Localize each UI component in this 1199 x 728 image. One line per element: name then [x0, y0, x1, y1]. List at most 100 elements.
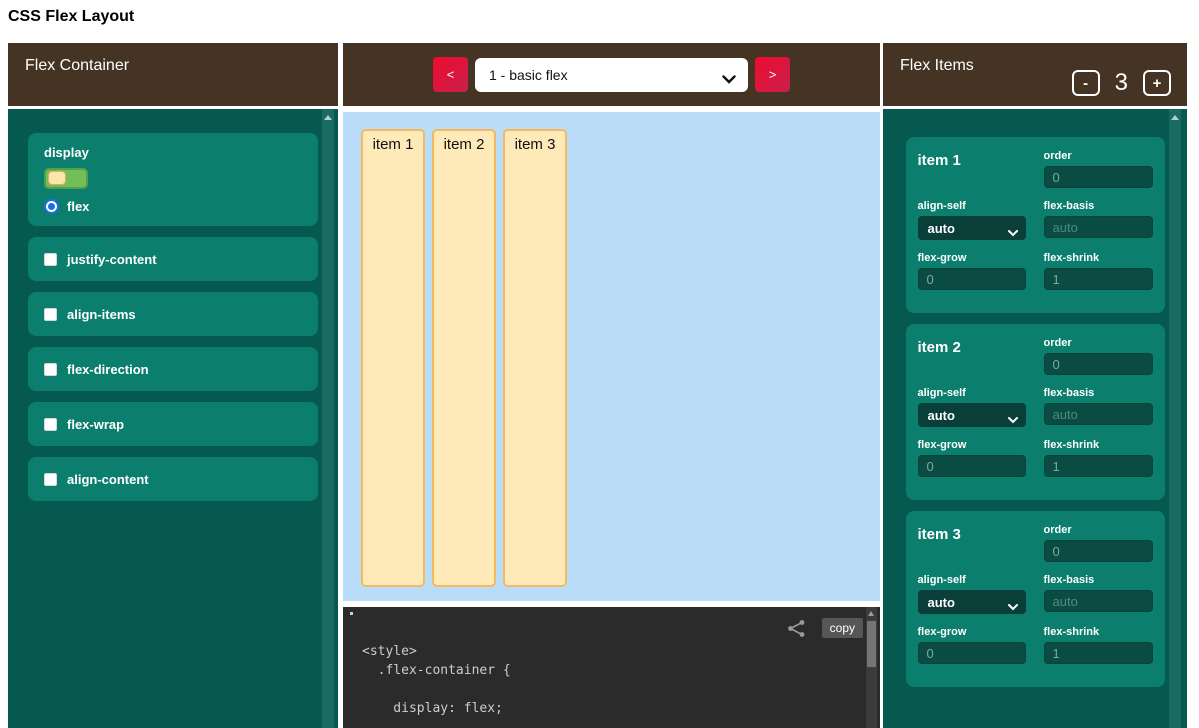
property-label: justify-content [67, 252, 157, 267]
code-panel: copy <style> .flex-container { display: … [343, 607, 880, 728]
align-self-select[interactable]: auto [918, 403, 1026, 427]
property-justify-content[interactable]: justify-content [28, 237, 318, 281]
example-select[interactable]: 1 - basic flex [475, 58, 748, 92]
property-label: align-items [67, 307, 136, 322]
checkbox-icon[interactable] [44, 363, 57, 376]
order-input[interactable] [1044, 166, 1153, 188]
example-nav: < 1 - basic flex > [343, 43, 880, 106]
display-card: display flex [28, 133, 318, 226]
code-bullet-icon [350, 612, 353, 615]
code-line: <style> [362, 644, 511, 663]
order-label: order [1044, 337, 1153, 349]
property-label: flex-wrap [67, 417, 124, 432]
flex-basis-input[interactable] [1044, 216, 1153, 238]
align-self-label: align-self [918, 200, 1026, 212]
align-self-label: align-self [918, 574, 1026, 586]
align-self-field: align-self auto [918, 574, 1026, 614]
order-field: order [1044, 524, 1153, 562]
checkbox-icon[interactable] [44, 308, 57, 321]
chevron-down-icon [1008, 412, 1018, 427]
flex-shrink-input[interactable] [1044, 455, 1153, 477]
flex-container-body: display flex justify-content align-items… [8, 109, 338, 728]
flex-basis-label: flex-basis [1044, 574, 1153, 586]
flex-grow-input[interactable] [918, 268, 1026, 290]
property-align-content[interactable]: align-content [28, 457, 318, 501]
right-panel-scrollbar[interactable] [1169, 109, 1181, 728]
property-label: flex-direction [67, 362, 149, 377]
flex-basis-field: flex-basis [1044, 387, 1153, 427]
chevron-down-icon [1008, 599, 1018, 614]
flex-grow-field: flex-grow [918, 626, 1026, 664]
item-name: item 3 [918, 524, 1026, 562]
flex-grow-field: flex-grow [918, 252, 1026, 290]
align-self-value: auto [928, 221, 955, 236]
align-self-select[interactable]: auto [918, 216, 1026, 240]
copy-button[interactable]: copy [822, 618, 863, 638]
align-self-field: align-self auto [918, 387, 1026, 427]
share-icon[interactable] [787, 619, 806, 643]
align-self-label: align-self [918, 387, 1026, 399]
flex-items-body: item 1 order align-self auto flex-basis [883, 109, 1187, 728]
code-scrollbar[interactable] [866, 607, 877, 728]
flex-basis-input[interactable] [1044, 590, 1153, 612]
align-self-value: auto [928, 595, 955, 610]
flex-shrink-input[interactable] [1044, 642, 1153, 664]
checkbox-icon[interactable] [44, 418, 57, 431]
checkbox-icon[interactable] [44, 473, 57, 486]
code-line: .flex-container { [362, 663, 511, 682]
preview-item-2: item 2 [432, 129, 496, 587]
scroll-up-icon[interactable] [324, 115, 332, 120]
property-flex-direction[interactable]: flex-direction [28, 347, 318, 391]
flex-grow-input[interactable] [918, 642, 1026, 664]
flex-basis-label: flex-basis [1044, 387, 1153, 399]
chevron-down-icon [722, 71, 736, 87]
item-1-card: item 1 order align-self auto flex-basis [906, 137, 1165, 313]
display-flex-option[interactable]: flex [44, 199, 302, 214]
radio-selected-icon[interactable] [44, 199, 59, 214]
flex-items-title: Flex Items [900, 57, 974, 75]
flex-shrink-label: flex-shrink [1044, 252, 1153, 264]
order-field: order [1044, 150, 1153, 188]
item-name: item 2 [918, 337, 1026, 375]
display-toggle[interactable] [44, 168, 88, 189]
property-label: align-content [67, 472, 149, 487]
code-line: display: flex; [362, 701, 511, 720]
prev-example-button[interactable]: < [433, 57, 468, 92]
example-select-value: 1 - basic flex [489, 67, 568, 83]
flex-basis-field: flex-basis [1044, 574, 1153, 614]
align-self-field: align-self auto [918, 200, 1026, 240]
flex-grow-label: flex-grow [918, 626, 1026, 638]
flex-grow-label: flex-grow [918, 252, 1026, 264]
flex-grow-input[interactable] [918, 455, 1026, 477]
add-item-button[interactable]: + [1143, 70, 1171, 96]
flex-basis-label: flex-basis [1044, 200, 1153, 212]
remove-item-button[interactable]: - [1072, 70, 1100, 96]
next-example-button[interactable]: > [755, 57, 790, 92]
item-name: item 1 [918, 150, 1026, 188]
property-flex-wrap[interactable]: flex-wrap [28, 402, 318, 446]
scroll-up-icon[interactable] [1171, 115, 1179, 120]
flex-items-header: Flex Items - 3 + [883, 43, 1187, 106]
order-label: order [1044, 524, 1153, 536]
flex-basis-input[interactable] [1044, 403, 1153, 425]
flex-grow-label: flex-grow [918, 439, 1026, 451]
scroll-up-icon[interactable] [868, 611, 874, 616]
app-root: CSS Flex Layout Flex Container display f… [0, 0, 1199, 728]
align-self-value: auto [928, 408, 955, 423]
flex-shrink-input[interactable] [1044, 268, 1153, 290]
order-field: order [1044, 337, 1153, 375]
flex-container-title: Flex Container [25, 57, 129, 75]
checkbox-icon[interactable] [44, 253, 57, 266]
left-panel-scrollbar[interactable] [322, 109, 334, 728]
flex-shrink-field: flex-shrink [1044, 626, 1153, 664]
scrollbar-thumb[interactable] [867, 621, 876, 667]
flex-shrink-label: flex-shrink [1044, 439, 1153, 451]
toggle-knob-icon [48, 171, 66, 185]
item-count: 3 [1115, 69, 1128, 97]
property-align-items[interactable]: align-items [28, 292, 318, 336]
chevron-down-icon [1008, 225, 1018, 240]
align-self-select[interactable]: auto [918, 590, 1026, 614]
order-input[interactable] [1044, 540, 1153, 562]
order-input[interactable] [1044, 353, 1153, 375]
flex-preview-container: item 1 item 2 item 3 [343, 112, 880, 601]
